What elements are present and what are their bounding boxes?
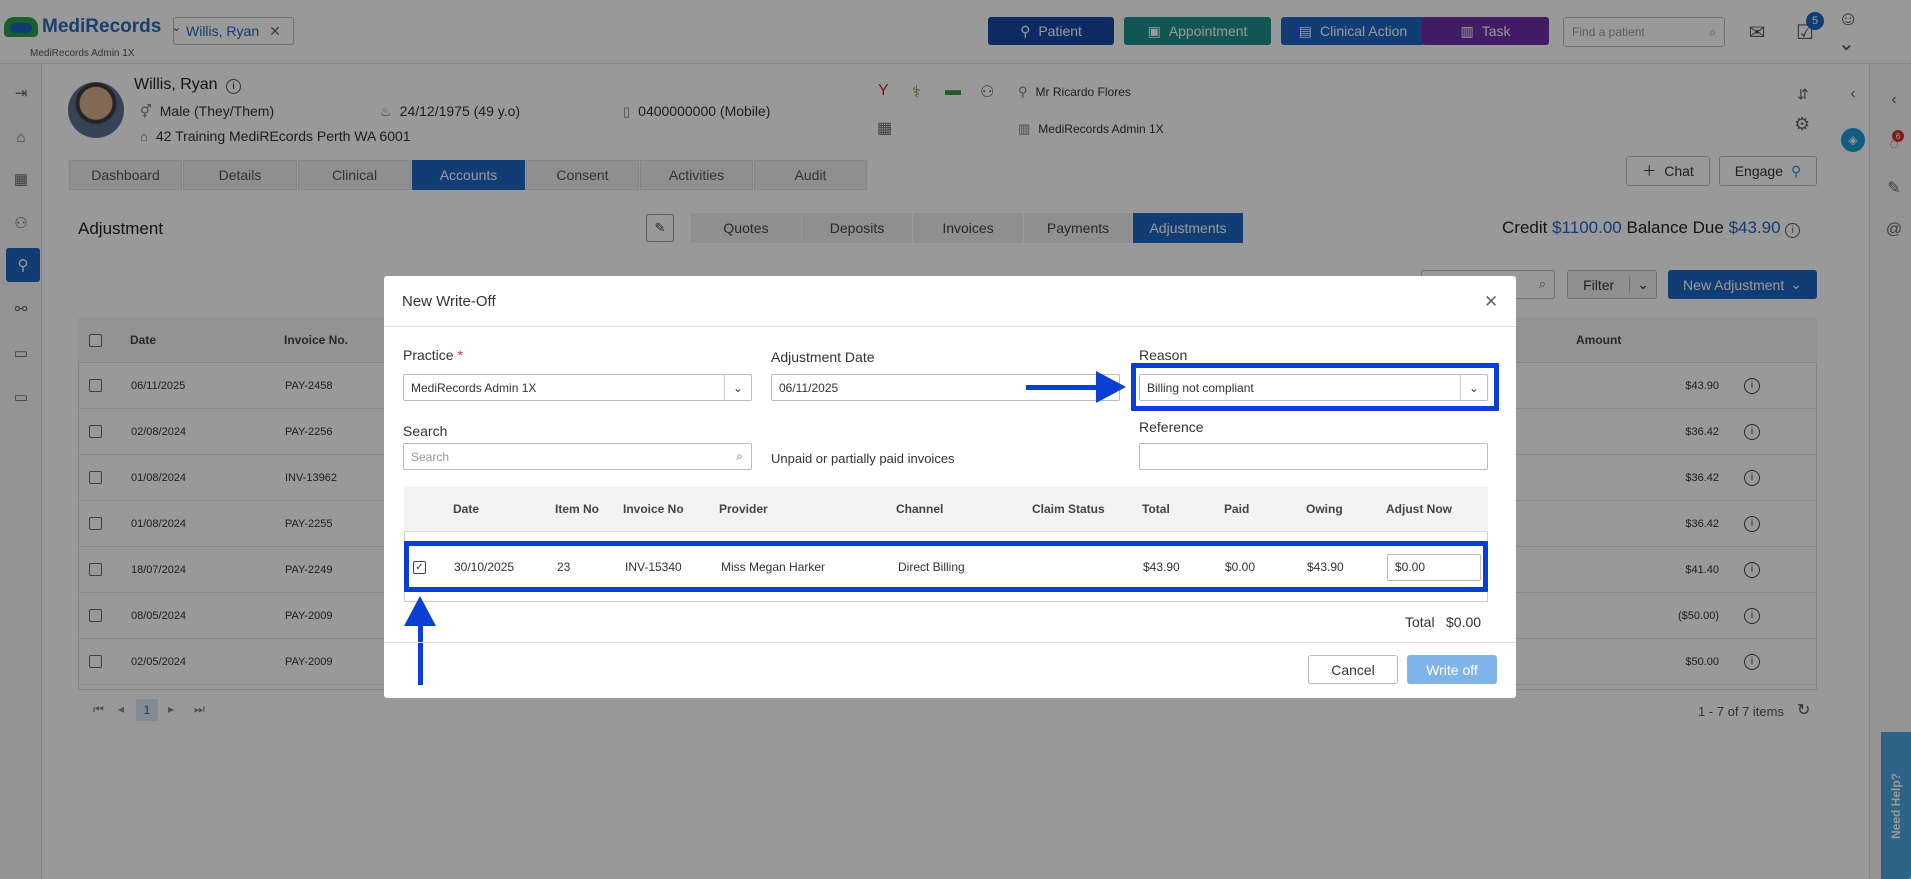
column-date: Date [453,502,480,516]
column-adjust-now: Adjust Now [1386,502,1452,516]
divider [384,326,1516,327]
required-marker: * [457,347,463,363]
total-value: $0.00 [1446,614,1482,630]
chevron-down-icon[interactable]: ⌄ [724,375,751,400]
practice-label-text: Practice [403,347,454,363]
reason-label: Reason [1139,347,1188,363]
invoice-search-input[interactable]: Search ⌕ [403,443,752,470]
practice-value: MediRecords Admin 1X [411,380,537,395]
invoice-row-highlight-box [404,541,1488,592]
adjustment-date-label: Adjustment Date [771,349,875,365]
reference-label: Reference [1139,419,1204,435]
adjustment-date-value: 06/11/2025 [779,380,839,395]
column-invoice-no: Invoice No [623,502,684,516]
close-icon[interactable]: ✕ [1484,292,1498,312]
practice-label: Practice * [403,347,463,363]
reason-highlight-box [1131,363,1499,411]
divider [384,642,1516,643]
column-total: Total [1142,502,1170,516]
write-off-button[interactable]: Write off [1407,655,1497,684]
total-label: Total [1405,614,1435,630]
unpaid-invoices-label: Unpaid or partially paid invoices [771,451,955,466]
arrow-right-icon [1026,371,1126,403]
column-paid: Paid [1224,502,1250,516]
invoice-grid-header: Date Item No Invoice No Provider Channel… [404,487,1488,532]
dialog-title: New Write-Off [402,293,496,310]
column-claim-status: Claim Status [1032,502,1105,516]
search-label: Search [403,423,448,439]
search-placeholder: Search [411,449,450,464]
column-item-no: Item No [555,502,600,516]
column-channel: Channel [896,502,944,516]
column-provider: Provider [719,502,768,516]
column-owing: Owing [1306,502,1343,516]
search-icon: ⌕ [736,449,743,463]
reference-input[interactable] [1139,443,1488,470]
cancel-button[interactable]: Cancel [1308,655,1398,684]
arrow-up-icon [404,596,436,685]
practice-select[interactable]: MediRecords Admin 1X ⌄ [403,374,752,401]
